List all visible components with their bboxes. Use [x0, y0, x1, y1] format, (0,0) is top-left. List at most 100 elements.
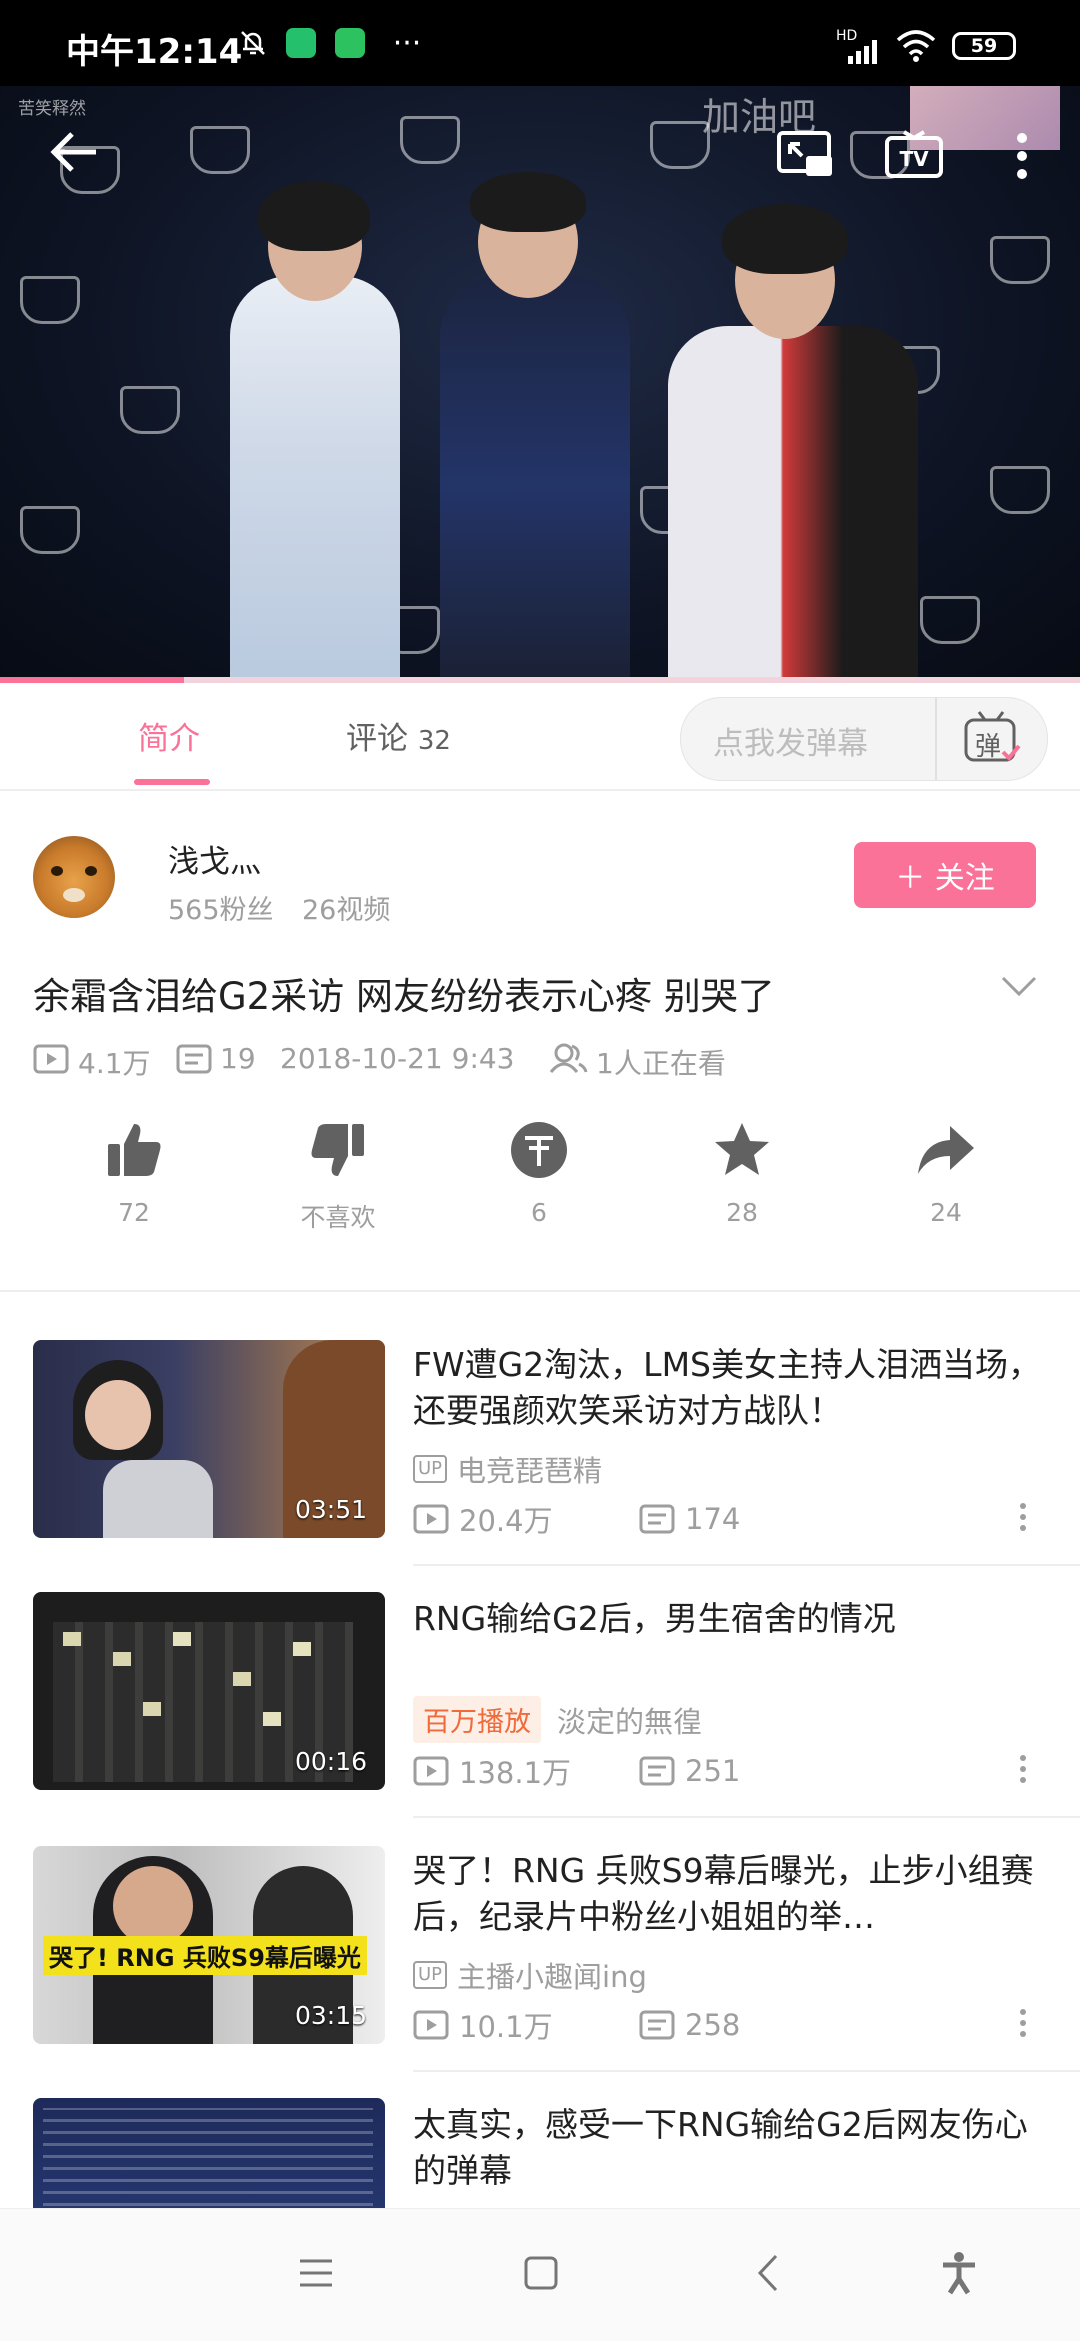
- play-count-icon: [33, 1044, 69, 1078]
- author-row: UP 电竞琵琶精: [413, 1448, 602, 1490]
- thumbnail-caption: 哭了! RNG 兵败S9幕后曝光: [43, 1936, 367, 1975]
- more-options-icon[interactable]: [1020, 2004, 1030, 2042]
- video-duration: 00:16: [294, 1747, 367, 1776]
- signal-icon: [846, 40, 880, 68]
- uploader-watermark: 苦笑释然: [18, 99, 86, 119]
- svg-text:TV: TV: [899, 147, 929, 171]
- thumb-down-icon: [311, 1124, 364, 1176]
- battery-level: 59: [970, 35, 998, 57]
- accessibility-icon[interactable]: [940, 2251, 978, 2299]
- play-count-icon: [413, 1504, 449, 1534]
- more-options-icon[interactable]: [1020, 1750, 1030, 1788]
- hot-badge: 百万播放: [413, 1696, 541, 1743]
- tab-comments[interactable]: 评论 32: [346, 713, 451, 758]
- home-icon[interactable]: [523, 2255, 559, 2295]
- more-options-icon[interactable]: [1016, 132, 1028, 184]
- dislike-button[interactable]: 不喜欢: [278, 1120, 398, 1234]
- danmaku-count: 174: [685, 1502, 741, 1536]
- video-duration: 03:51: [294, 1495, 367, 1524]
- stats-row: 20.4万 174: [413, 1498, 740, 1540]
- danmaku-count-icon: [639, 2010, 675, 2040]
- tab-comments-label: 评论: [346, 721, 408, 757]
- list-item[interactable]: 太真实，感受一下RNG输给G2后网友伤心的弹幕: [0, 2090, 1080, 2208]
- like-button[interactable]: 72: [74, 1120, 194, 1227]
- avatar[interactable]: [33, 836, 115, 918]
- item-divider: [413, 2070, 1080, 2072]
- danmaku-count: 251: [685, 1754, 741, 1788]
- back-icon[interactable]: [756, 2253, 780, 2297]
- video-thumbnail[interactable]: 03:51: [33, 1340, 385, 1538]
- follow-button[interactable]: ＋ 关注: [854, 842, 1036, 908]
- video-thumbnail[interactable]: [33, 2098, 385, 2208]
- video-thumbnail[interactable]: 哭了! RNG 兵败S9幕后曝光 03:15: [33, 1846, 385, 2044]
- menu-icon[interactable]: [298, 2257, 334, 2293]
- coin-count: 6: [531, 1198, 547, 1227]
- status-time: 中午12:14: [66, 32, 243, 72]
- wifi-icon: [896, 30, 936, 66]
- tab-intro[interactable]: 简介: [138, 713, 200, 758]
- status-bar: 中午12:14 ··· HD 59: [0, 0, 1080, 86]
- danmu-toggle-icon[interactable]: 弹: [963, 710, 1021, 766]
- tab-indicator: [134, 779, 210, 785]
- favorite-count: 28: [726, 1198, 758, 1227]
- comment-count: 32: [417, 726, 451, 756]
- view-count: 138.1万: [459, 1756, 572, 1790]
- thumb-up-icon: [108, 1124, 161, 1176]
- coin-button[interactable]: 6: [479, 1120, 599, 1227]
- share-icon: [918, 1126, 974, 1174]
- video-title: 哭了！RNG 兵败S9幕后曝光，止步小组赛后，纪录片中粉丝小姐姐的举…: [413, 1851, 1034, 1936]
- favorite-button[interactable]: 28: [682, 1120, 802, 1227]
- more-notifications-icon: ···: [392, 25, 422, 61]
- play-count-icon: [413, 2010, 449, 2040]
- uploader-fans: 565粉丝: [168, 895, 274, 926]
- danmaku-count-icon: [639, 1504, 675, 1534]
- video-thumbnail[interactable]: 00:16: [33, 1592, 385, 1790]
- video-duration: 03:15: [294, 2001, 367, 2030]
- battery-icon: 59: [952, 32, 1016, 60]
- list-item[interactable]: 00:16 RNG输给G2后，男生宿舍的情况 百万播放 淡定的無徨 138.1万 …: [0, 1584, 1080, 1836]
- danmu-placeholder: 点我发弹幕: [713, 726, 868, 762]
- share-count: 24: [930, 1198, 962, 1227]
- play-count-icon: [413, 1756, 449, 1786]
- view-count: 10.1万: [459, 2010, 553, 2044]
- author-row: 百万播放 淡定的無徨: [413, 1696, 702, 1743]
- stats-row: 138.1万 251: [413, 1750, 740, 1792]
- video-title: FW遭G2淘汰，LMS美女主持人泪洒当场，还要强颜欢笑采访对方战队！: [413, 1345, 1041, 1430]
- like-count: 72: [118, 1198, 150, 1227]
- list-item[interactable]: 03:51 FW遭G2淘汰，LMS美女主持人泪洒当场，还要强颜欢笑采访对方战队！…: [0, 1330, 1080, 1582]
- dislike-label: 不喜欢: [300, 1203, 376, 1232]
- uploader-name[interactable]: 浅戈灬: [168, 836, 261, 881]
- system-nav-bar: [0, 2208, 1080, 2341]
- picture-in-picture-icon[interactable]: [776, 130, 834, 182]
- tv-cast-icon[interactable]: TV: [884, 130, 944, 186]
- video-author: 电竞琵琶精: [457, 1454, 603, 1488]
- share-button[interactable]: 24: [886, 1120, 1006, 1227]
- stats-row: 10.1万 258: [413, 2004, 740, 2046]
- video-title: RNG输给G2后，男生宿舍的情况: [413, 1599, 896, 1638]
- watching-count: 1人正在看: [596, 1047, 726, 1080]
- video-player[interactable]: 苦笑释然 加油吧 TV: [0, 86, 1080, 680]
- wechat-icon: [333, 26, 367, 60]
- danmaku-count-icon: [176, 1044, 212, 1078]
- more-options-icon[interactable]: [1020, 1498, 1030, 1536]
- up-badge: UP: [413, 1455, 448, 1483]
- uploader-videos: 26视频: [302, 895, 391, 926]
- view-count: 20.4万: [459, 1504, 553, 1538]
- expand-chevron-icon[interactable]: [1000, 974, 1038, 1002]
- back-arrow-icon[interactable]: [48, 130, 100, 178]
- up-badge: UP: [413, 1961, 448, 1989]
- star-icon: [715, 1123, 769, 1175]
- watching-people-icon: [548, 1042, 588, 1078]
- danmaku-count: 19: [220, 1042, 256, 1075]
- shield-app-icon: [284, 26, 318, 60]
- coin-icon: [511, 1122, 567, 1178]
- video-title: 太真实，感受一下RNG输给G2后网友伤心的弹幕: [413, 2105, 1028, 2190]
- danmaku-count: 258: [685, 2008, 741, 2042]
- video-author: 淡定的無徨: [557, 1704, 703, 1739]
- video-title: 余霜含泪给G2采访 网友纷纷表示心疼 别哭了: [33, 975, 775, 1018]
- bell-muted-icon: [236, 26, 270, 60]
- danmu-input[interactable]: 点我发弹幕 弹: [680, 697, 1048, 781]
- danmu-toggle-label: 弹: [975, 732, 1002, 762]
- list-item[interactable]: 哭了! RNG 兵败S9幕后曝光 03:15 哭了！RNG 兵败S9幕后曝光，止…: [0, 1836, 1080, 2088]
- publish-date: 2018-10-21 9:43: [280, 1042, 515, 1075]
